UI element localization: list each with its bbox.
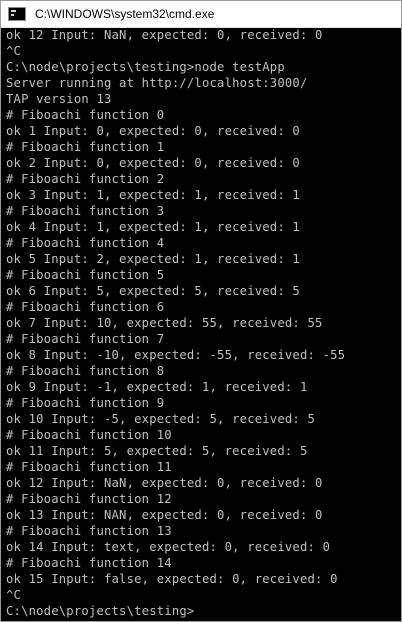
- console-output[interactable]: ok 12 Input: NaN, expected: 0, received:…: [1, 27, 401, 621]
- console-line: ok 14 Input: text, expected: 0, received…: [6, 540, 331, 554]
- console-line: # Fiboachi function 0: [6, 108, 165, 122]
- console-line: # Fiboachi function 4: [6, 236, 165, 250]
- console-line: ok 15 Input: false, expected: 0, receive…: [6, 572, 338, 586]
- console-line: ok 5 Input: 2, expected: 1, received: 1: [6, 252, 300, 266]
- console-line: # Fiboachi function 5: [6, 268, 165, 282]
- console-line: # Fiboachi function 7: [6, 332, 165, 346]
- console-line: ^C: [6, 588, 22, 602]
- console-line: ok 11 Input: 5, expected: 5, received: 5: [6, 444, 308, 458]
- console-line: # Fiboachi function 13: [6, 524, 172, 538]
- console-line: # Fiboachi function 11: [6, 460, 172, 474]
- console-line: ok 4 Input: 1, expected: 1, received: 1: [6, 220, 300, 234]
- console-line: ok 3 Input: 1, expected: 1, received: 1: [6, 188, 300, 202]
- console-line: Server running at http://localhost:3000/: [6, 76, 308, 90]
- console-line: ^C: [6, 44, 22, 58]
- console-line: # Fiboachi function 6: [6, 300, 165, 314]
- console-line: ok 12 Input: NaN, expected: 0, received:…: [6, 476, 323, 490]
- window-title: C:\WINDOWS\system32\cmd.exe: [35, 7, 215, 21]
- console-line: # Fiboachi function 3: [6, 204, 165, 218]
- console-line: ok 7 Input: 10, expected: 55, received: …: [6, 316, 323, 330]
- console-line: ok 13 Input: NAN, expected: 0, received:…: [6, 508, 323, 522]
- console-line: # Fiboachi function 8: [6, 364, 165, 378]
- cmd-icon[interactable]: [8, 7, 26, 21]
- cmd-window: C:\WINDOWS\system32\cmd.exe ok 12 Input:…: [0, 0, 402, 622]
- console-line: ok 2 Input: 0, expected: 0, received: 0: [6, 156, 300, 170]
- console-line: ok 1 Input: 0, expected: 0, received: 0: [6, 124, 300, 138]
- console-line: # Fiboachi function 2: [6, 172, 165, 186]
- console-line: ok 8 Input: -10, expected: -55, received…: [6, 348, 346, 362]
- console-line: # Fiboachi function 1: [6, 140, 165, 154]
- console-line: ok 6 Input: 5, expected: 5, received: 5: [6, 284, 300, 298]
- console-line: C:\node\projects\testing>node testApp: [6, 60, 285, 74]
- console-line: # Fiboachi function 12: [6, 492, 172, 506]
- console-line: ok 9 Input: -1, expected: 1, received: 1: [6, 380, 308, 394]
- title-bar[interactable]: C:\WINDOWS\system32\cmd.exe: [1, 1, 401, 28]
- console-line: C:\node\projects\testing>: [6, 604, 195, 618]
- console-line: # Fiboachi function 14: [6, 556, 172, 570]
- console-line: # Fiboachi function 10: [6, 428, 172, 442]
- console-line: # Fiboachi function 9: [6, 396, 165, 410]
- console-line: ok 10 Input: -5, expected: 5, received: …: [6, 412, 316, 426]
- console-line: ok 12 Input: NaN, expected: 0, received:…: [6, 28, 323, 42]
- console-line: TAP version 13: [6, 92, 112, 106]
